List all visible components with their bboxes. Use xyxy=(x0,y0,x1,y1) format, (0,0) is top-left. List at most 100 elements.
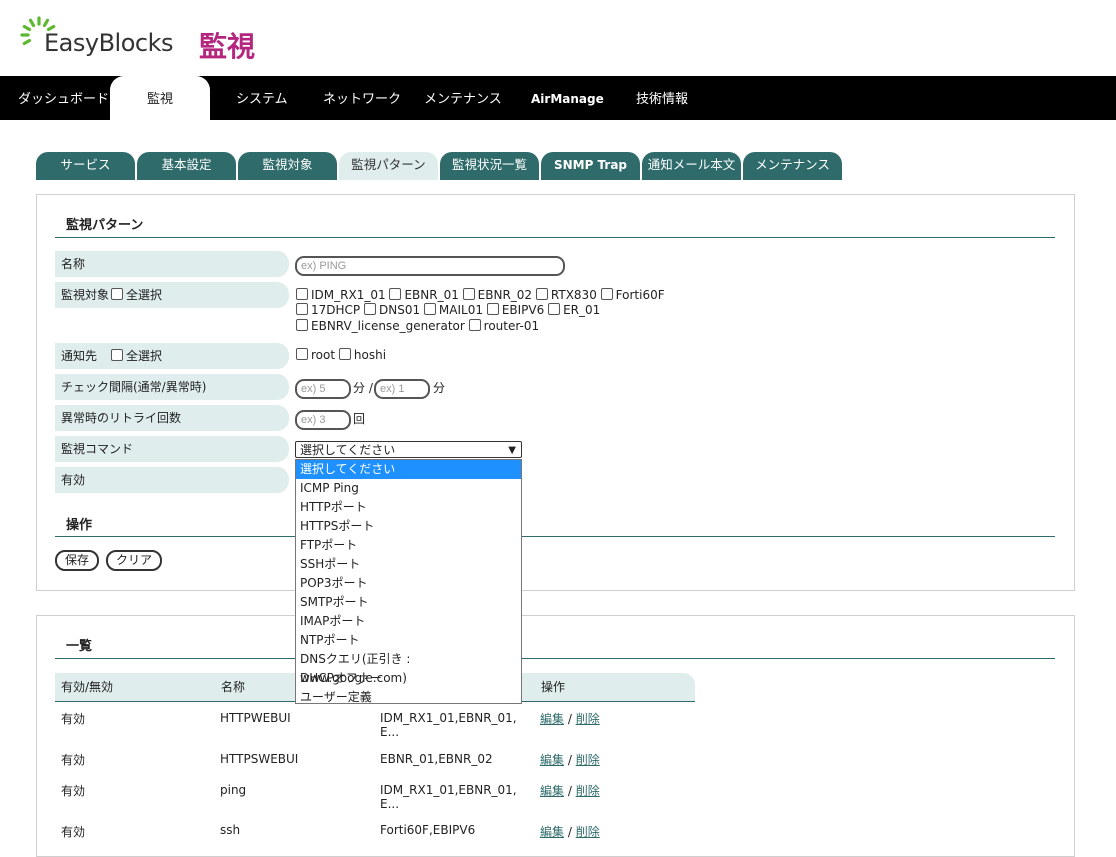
notify-label: 通知先 全選択 xyxy=(55,343,289,369)
notify-select-all-checkbox[interactable] xyxy=(111,349,124,361)
row-targets: IDM_RX1_01,EBNR_01, xyxy=(380,783,517,797)
command-select[interactable]: 選択してください ▼ xyxy=(295,441,522,458)
command-option[interactable]: FTPポート xyxy=(296,536,521,555)
tab-snmp-trap[interactable]: SNMP Trap xyxy=(541,152,640,180)
clear-button[interactable]: クリア xyxy=(106,550,163,571)
command-option[interactable]: SSHポート xyxy=(296,555,521,574)
nav-system[interactable]: システム xyxy=(236,76,288,120)
page-title: 監視 xyxy=(199,30,256,63)
interval-normal-input[interactable]: ex) 5 xyxy=(295,379,351,399)
edit-link[interactable]: 編集 xyxy=(540,753,564,767)
interval-error-input[interactable]: ex) 1 xyxy=(374,379,430,399)
row-name: ping xyxy=(220,783,247,797)
nav-tech-info[interactable]: 技術情報 xyxy=(636,76,688,120)
row-targets: EBNR_01,EBNR_02 xyxy=(380,752,493,766)
edit-link[interactable]: 編集 xyxy=(540,825,564,839)
target-checkbox[interactable] xyxy=(535,288,548,300)
target-checkbox[interactable] xyxy=(468,319,481,331)
list-panel xyxy=(36,615,1075,857)
retry-label: 異常時のリトライ回数 xyxy=(55,405,289,431)
row-name: ssh xyxy=(220,823,241,837)
command-option[interactable]: NTPポート xyxy=(296,631,521,650)
command-option[interactable]: HTTPSポート xyxy=(296,517,521,536)
delete-link[interactable]: 削除 xyxy=(576,784,600,798)
target-checkbox[interactable] xyxy=(296,288,308,300)
row-enabled: 有効 xyxy=(61,784,86,798)
nav-network[interactable]: ネットワーク xyxy=(323,76,401,120)
target-checkbox[interactable] xyxy=(548,303,561,315)
command-option[interactable]: ICMP Ping xyxy=(296,479,521,498)
col-actions: 操作 xyxy=(535,673,695,701)
targets-row-2: 17DHCP DNS01 MAIL01 EBIPV6 ER_01 xyxy=(296,303,600,317)
target-checkbox[interactable] xyxy=(296,303,308,315)
target-checkbox[interactable] xyxy=(296,319,308,331)
tab-maintenance[interactable]: メンテナンス xyxy=(743,152,842,180)
row-name: HTTPSWEBUI xyxy=(220,752,299,766)
command-option[interactable]: ユーザー定義 xyxy=(296,688,521,707)
interval-label: チェック間隔(通常/異常時) xyxy=(55,374,289,400)
section-title: 監視パターン xyxy=(66,218,144,233)
target-checkbox[interactable] xyxy=(600,288,613,300)
target-checkbox[interactable] xyxy=(389,288,402,300)
delete-link[interactable]: 削除 xyxy=(576,712,600,726)
row-name: HTTPWEBUI xyxy=(220,711,291,725)
row-targets: IDM_RX1_01,EBNR_01, xyxy=(380,711,517,725)
targets-row-1: IDM_RX1_01 EBNR_01 EBNR_02 RTX830 Forti6… xyxy=(296,288,665,302)
ops-title: 操作 xyxy=(66,518,93,533)
notify-checkbox[interactable] xyxy=(338,348,351,360)
tab-basic-settings[interactable]: 基本設定 xyxy=(137,152,236,180)
save-button[interactable]: 保存 xyxy=(55,550,100,571)
tab-monitor-status[interactable]: 監視状況一覧 xyxy=(440,152,539,180)
chevron-down-icon: ▼ xyxy=(508,445,516,456)
divider xyxy=(55,536,1055,537)
top-nav: ダッシュボード 監視 システム ネットワーク メンテナンス AirManage … xyxy=(0,76,1116,120)
row-enabled: 有効 xyxy=(61,825,86,839)
tab-monitor-patterns[interactable]: 監視パターン xyxy=(339,152,438,180)
divider xyxy=(55,237,1055,238)
command-option[interactable]: HTTPポート xyxy=(296,498,521,517)
command-option[interactable]: 選択してください xyxy=(296,460,521,479)
row-targets: Forti60F,EBIPV6 xyxy=(380,823,476,837)
logo-text: EasyBlocks xyxy=(44,29,174,57)
tab-monitor-targets[interactable]: 監視対象 xyxy=(238,152,337,180)
row-enabled: 有効 xyxy=(61,712,86,726)
targets-select-all-checkbox[interactable] xyxy=(111,288,124,300)
delete-link[interactable]: 削除 xyxy=(576,753,600,767)
interval-error-unit: 分 xyxy=(433,381,446,395)
name-label: 名称 xyxy=(55,251,289,277)
command-option[interactable]: DHCPオファー xyxy=(296,669,521,688)
edit-link[interactable]: 編集 xyxy=(540,784,564,798)
target-checkbox[interactable] xyxy=(363,303,376,315)
nav-maintenance[interactable]: メンテナンス xyxy=(424,76,502,120)
divider xyxy=(55,658,1055,659)
row-actions: 編集 / 削除 xyxy=(540,825,600,839)
command-option[interactable]: SMTPポート xyxy=(296,593,521,612)
row-actions: 編集 / 削除 xyxy=(540,753,600,767)
row-actions: 編集 / 削除 xyxy=(540,712,600,726)
interval-unit: 分 / xyxy=(353,381,373,395)
target-checkbox[interactable] xyxy=(486,303,499,315)
delete-link[interactable]: 削除 xyxy=(576,825,600,839)
nav-airmanage[interactable]: AirManage xyxy=(531,76,604,120)
col-enabled: 有効/無効 xyxy=(55,673,215,701)
nav-dashboard[interactable]: ダッシュボード xyxy=(18,76,109,120)
command-option[interactable]: POP3ポート xyxy=(296,574,521,593)
command-label: 監視コマンド xyxy=(55,436,289,462)
name-input[interactable]: ex) PING xyxy=(295,256,565,276)
target-checkbox[interactable] xyxy=(462,288,475,300)
tab-service[interactable]: サービス xyxy=(36,152,135,180)
command-option[interactable]: IMAPポート xyxy=(296,612,521,631)
nav-monitor[interactable]: 監視 xyxy=(110,76,210,120)
retry-input[interactable]: ex) 3 xyxy=(295,410,351,430)
list-title: 一覧 xyxy=(66,639,93,654)
tab-notify-mail[interactable]: 通知メール本文 xyxy=(642,152,741,180)
command-dropdown-list: 選択してください ICMP Ping HTTPポート HTTPSポート FTPポ… xyxy=(295,459,522,704)
notify-row: root hoshi xyxy=(296,348,386,362)
row-targets-more: E... xyxy=(380,725,400,739)
edit-link[interactable]: 編集 xyxy=(540,712,564,726)
notify-checkbox[interactable] xyxy=(296,348,308,360)
command-option[interactable]: DNSクエリ(正引き : www.google.com) xyxy=(296,650,521,685)
row-actions: 編集 / 削除 xyxy=(540,784,600,798)
target-checkbox[interactable] xyxy=(423,303,436,315)
retry-unit: 回 xyxy=(353,412,366,426)
